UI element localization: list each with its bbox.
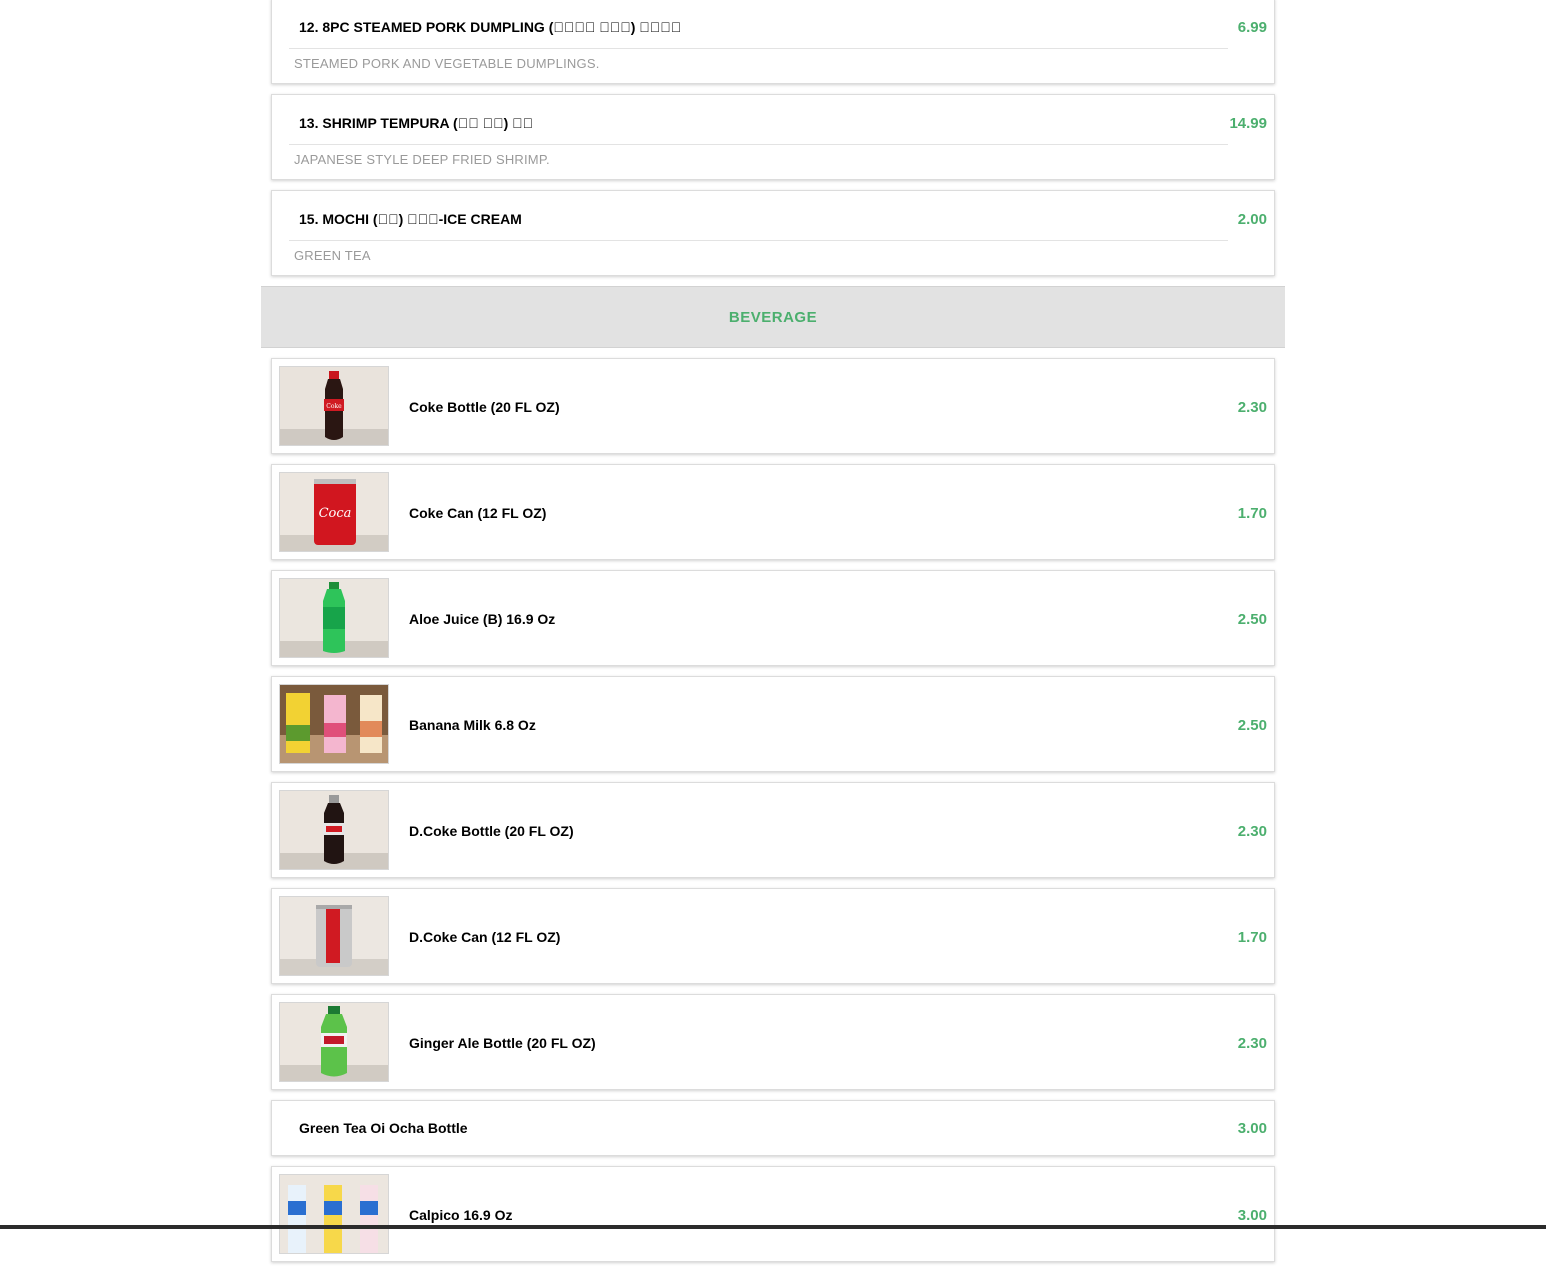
item-price: 1.70 [1237,929,1267,946]
menu-item[interactable]: 12. 8PC STEAMED PORK DUMPLING (        )… [271,0,1275,84]
item-price: 2.50 [1237,717,1267,734]
item-price: 3.00 [1237,1207,1267,1224]
banana-milk-photo [279,684,389,764]
diet-coke-can-photo [279,896,389,976]
section-title: BEVERAGE [728,308,818,326]
item-price: 2.30 [1237,399,1267,416]
item-name: Coke Bottle (20 FL OZ) [409,399,560,415]
item-price: 2.30 [1237,823,1267,840]
menu-item[interactable]: Aloe Juice (B) 16.9 Oz 2.50 [271,570,1275,666]
item-description: GREEN TEA [294,248,371,263]
menu-item[interactable]: Ginger Ale Bottle (20 FL OZ) 2.30 [271,994,1275,1090]
bottom-bar [0,1225,1546,1229]
calpico-photo [279,1174,389,1254]
item-price: 6.99 [1237,19,1267,36]
item-name: 15. MOCHI (  )    -ICE CREAM [299,211,522,227]
item-name: 13. SHRIMP TEMPURA (     )    [299,115,534,131]
item-name: Ginger Ale Bottle (20 FL OZ) [409,1035,596,1051]
menu-item[interactable]: 13. SHRIMP TEMPURA (     )    14.99 JAPA… [271,94,1275,180]
menu-item[interactable]: Banana Milk 6.8 Oz 2.50 [271,676,1275,772]
ginger-ale-photo [279,1002,389,1082]
item-name: Coke Can (12 FL OZ) [409,505,547,521]
menu-item[interactable]: Calpico 16.9 Oz 3.00 [271,1166,1275,1262]
menu-item[interactable]: Coke Coke Bottle (20 FL OZ) 2.30 [271,358,1275,454]
item-price: 14.99 [1229,115,1267,132]
item-price: 3.00 [1237,1120,1267,1137]
menu-item[interactable]: D.Coke Can (12 FL OZ) 1.70 [271,888,1275,984]
svg-text:Coke: Coke [326,403,342,410]
menu-item[interactable]: Green Tea Oi Ocha Bottle 3.00 [271,1100,1275,1156]
aloe-juice-photo [279,578,389,658]
diet-coke-bottle-photo [279,790,389,870]
svg-text:Coca: Coca [319,506,352,521]
menu-item[interactable]: D.Coke Bottle (20 FL OZ) 2.30 [271,782,1275,878]
item-price: 2.00 [1237,211,1267,228]
item-description: JAPANESE STYLE DEEP FRIED SHRIMP. [294,152,550,167]
menu-item[interactable]: Coca Coke Can (12 FL OZ) 1.70 [271,464,1275,560]
item-name: Calpico 16.9 Oz [409,1207,513,1223]
item-name: D.Coke Bottle (20 FL OZ) [409,823,574,839]
item-price: 2.30 [1237,1035,1267,1052]
divider [289,144,1228,145]
coke-can-photo: Coca [279,472,389,552]
item-description: STEAMED PORK AND VEGETABLE DUMPLINGS. [294,56,600,71]
item-price: 1.70 [1237,505,1267,522]
item-price: 2.50 [1237,611,1267,628]
item-name: 12. 8PC STEAMED PORK DUMPLING (        )… [299,19,682,35]
divider [289,240,1228,241]
divider [289,48,1228,49]
menu-item[interactable]: 15. MOCHI (  )    -ICE CREAM 2.00 GREEN … [271,190,1275,276]
item-name: Banana Milk 6.8 Oz [409,717,536,733]
item-name: Green Tea Oi Ocha Bottle [299,1120,468,1136]
menu-list: 12. 8PC STEAMED PORK DUMPLING (        )… [261,0,1285,1272]
coke-bottle-photo: Coke [279,366,389,446]
item-name: Aloe Juice (B) 16.9 Oz [409,611,556,627]
item-name: D.Coke Can (12 FL OZ) [409,929,561,945]
section-header-beverage: BEVERAGE [261,286,1285,348]
